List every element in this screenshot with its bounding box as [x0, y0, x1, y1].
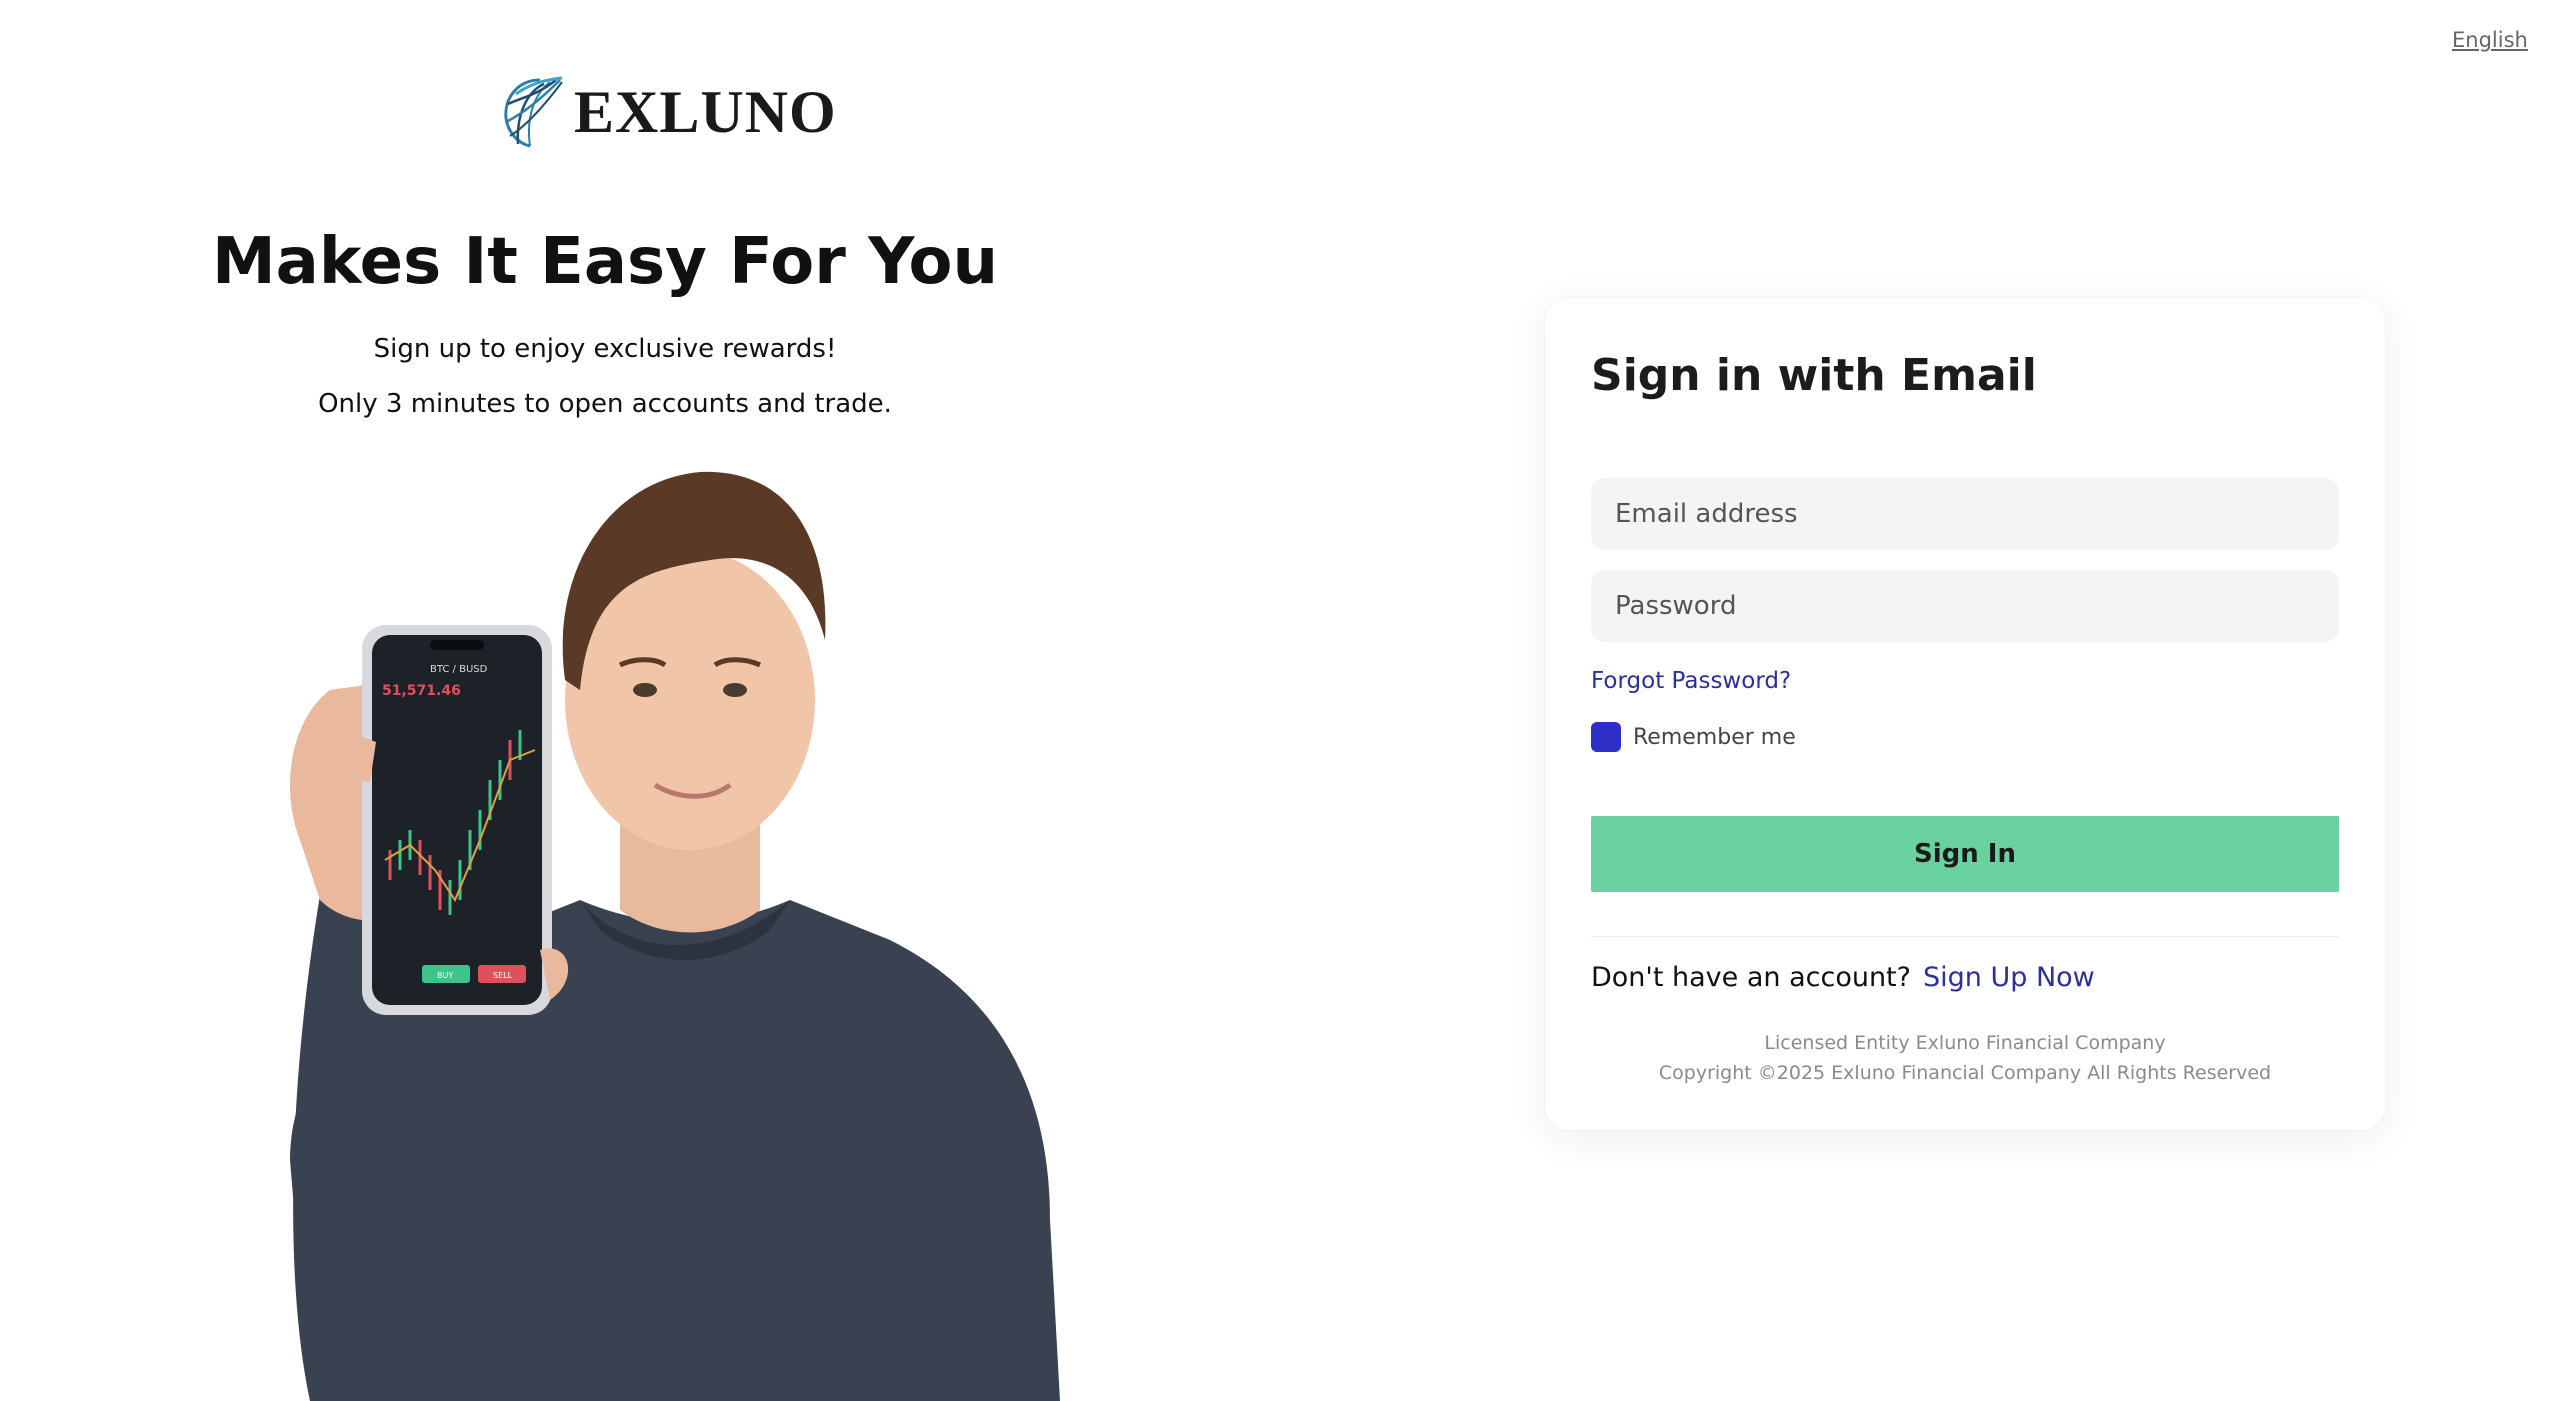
- forgot-password-link[interactable]: Forgot Password?: [1591, 668, 1791, 694]
- phone-pair-label: BTC / BUSD: [430, 664, 488, 675]
- phone-sell-label: SELL: [493, 971, 513, 980]
- remember-me-label: Remember me: [1633, 724, 1796, 750]
- signup-prompt: Don't have an account? Sign Up Now: [1591, 962, 2095, 993]
- divider: [1591, 936, 2339, 937]
- phone-price-label: 51,571.46: [382, 683, 461, 699]
- globe-logo-icon: [504, 76, 563, 148]
- sign-in-button[interactable]: Sign In: [1591, 816, 2339, 892]
- hero-subtitle-accounts: Only 3 minutes to open accounts and trad…: [318, 389, 892, 419]
- phone-buy-label: BUY: [437, 971, 453, 980]
- signin-title: Sign in with Email: [1591, 350, 2037, 401]
- no-account-text: Don't have an account?: [1591, 962, 1911, 993]
- hero-subtitle-rewards: Sign up to enjoy exclusive rewards!: [373, 334, 837, 364]
- brand-name: EXLUNO: [574, 78, 837, 145]
- hero-person-with-phone-image: BTC / BUSD 51,571.46 BUY SELL: [290, 471, 1060, 1401]
- password-input[interactable]: [1591, 570, 2339, 642]
- language-selector[interactable]: English: [2452, 28, 2528, 52]
- brand-logo: EXLUNO: [500, 72, 837, 152]
- email-input[interactable]: [1591, 478, 2339, 550]
- hero-title: Makes It Easy For You: [211, 225, 999, 299]
- remember-me-checkbox[interactable]: [1591, 722, 1621, 752]
- sign-up-link[interactable]: Sign Up Now: [1923, 962, 2095, 993]
- license-text: Licensed Entity Exluno Financial Company: [1764, 1032, 2166, 1054]
- phone-mockup: BTC / BUSD 51,571.46 BUY SELL: [362, 625, 552, 1015]
- signin-card: Sign in with Email Forgot Password? Reme…: [1545, 298, 2385, 1130]
- remember-me-toggle[interactable]: Remember me: [1591, 722, 1796, 752]
- copyright-text: Copyright ©2025 Exluno Financial Company…: [1658, 1062, 2272, 1084]
